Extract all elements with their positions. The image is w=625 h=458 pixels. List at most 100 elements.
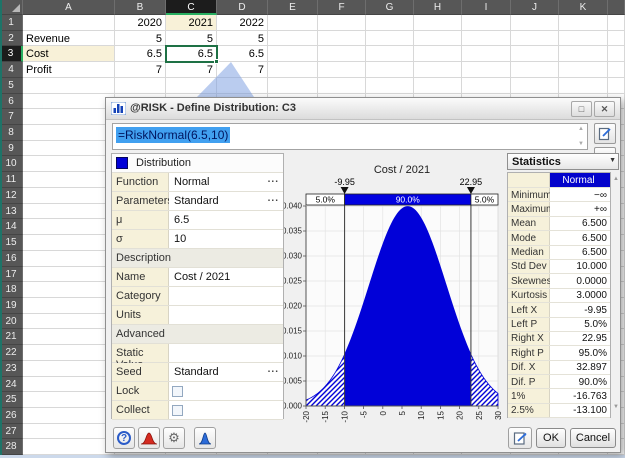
maximize-button[interactable]: □ — [571, 101, 592, 117]
cell-k3[interactable] — [559, 46, 608, 63]
col-header-j[interactable]: J — [511, 0, 559, 15]
property-value[interactable]: Standard... — [169, 192, 283, 210]
row-header-21[interactable]: 21 — [0, 329, 23, 346]
col-header-i[interactable]: I — [462, 0, 511, 15]
cell-a24[interactable] — [23, 376, 115, 393]
cell-e1[interactable] — [268, 15, 318, 31]
cell-a16[interactable] — [23, 250, 115, 267]
cell-d1[interactable]: 2022 — [217, 15, 268, 31]
row-header-2[interactable]: 2 — [0, 30, 23, 47]
right-delimiter-handle[interactable] — [466, 187, 475, 194]
cell-a23[interactable] — [23, 360, 115, 377]
row-header-16[interactable]: 16 — [0, 250, 23, 267]
cell-g5[interactable] — [366, 77, 414, 94]
col-header-g[interactable]: G — [366, 0, 414, 15]
left-delimiter-handle[interactable] — [340, 187, 349, 194]
scroll-down-icon[interactable]: ▼ — [578, 141, 584, 147]
row-header-20[interactable]: 20 — [0, 313, 23, 330]
row-header-12[interactable]: 12 — [0, 187, 23, 204]
row-header-18[interactable]: 18 — [0, 282, 23, 298]
cell-e2[interactable] — [268, 30, 318, 47]
cancel-button[interactable]: Cancel — [570, 428, 616, 448]
cell-h5[interactable] — [414, 77, 462, 94]
cell-j5[interactable] — [511, 77, 559, 94]
col-header-a[interactable]: A — [23, 0, 115, 15]
cell-filler[interactable] — [608, 62, 625, 78]
cell-a27[interactable] — [23, 423, 115, 440]
col-header-c[interactable]: C — [166, 0, 217, 15]
cell-i1[interactable] — [462, 15, 511, 31]
cell-a5[interactable] — [23, 77, 115, 94]
row-header-6[interactable]: 6 — [0, 93, 23, 110]
row-header-9[interactable]: 9 — [0, 140, 23, 157]
cell-e4[interactable] — [268, 62, 318, 78]
collect-checkbox[interactable] — [172, 405, 183, 416]
cell-a13[interactable] — [23, 203, 115, 220]
distribution-palette-button[interactable] — [194, 427, 216, 449]
row-header-8[interactable]: 8 — [0, 125, 23, 141]
export-button[interactable] — [508, 427, 532, 449]
property-value[interactable] — [169, 306, 283, 324]
cell-f4[interactable] — [318, 62, 366, 78]
cell-h1[interactable] — [414, 15, 462, 31]
cell-j2[interactable] — [511, 30, 559, 47]
cell-a4[interactable]: Profit — [23, 62, 115, 78]
row-header-7[interactable]: 7 — [0, 109, 23, 126]
col-header-e[interactable]: E — [268, 0, 318, 15]
lock-checkbox[interactable] — [172, 386, 183, 397]
cell-a3[interactable]: Cost — [23, 46, 115, 63]
cell-f1[interactable] — [318, 15, 366, 31]
cell-i4[interactable] — [462, 62, 511, 78]
col-header-h[interactable]: H — [414, 0, 462, 15]
row-header-19[interactable]: 19 — [0, 297, 23, 314]
more-options-button[interactable]: ... — [268, 193, 279, 204]
cell-h2[interactable] — [414, 30, 462, 47]
cell-a26[interactable] — [23, 408, 115, 424]
cell-e5[interactable] — [268, 77, 318, 94]
dialog-titlebar[interactable]: @RISK - Define Distribution: C3 □ ✕ — [106, 98, 620, 120]
cell-a6[interactable] — [23, 93, 115, 110]
cell-d3[interactable]: 6.5 — [217, 46, 268, 63]
col-header-k[interactable]: K — [559, 0, 608, 15]
cell-j4[interactable] — [511, 62, 559, 78]
cell-a9[interactable] — [23, 140, 115, 157]
cell-filler[interactable] — [608, 15, 625, 31]
row-header-26[interactable]: 26 — [0, 408, 23, 424]
cell-k4[interactable] — [559, 62, 608, 78]
cell-a21[interactable] — [23, 329, 115, 346]
cell-j1[interactable] — [511, 15, 559, 31]
cell-d5[interactable] — [217, 77, 268, 94]
row-header-28[interactable]: 28 — [0, 439, 23, 456]
row-header-4[interactable]: 4 — [0, 62, 23, 78]
row-header-24[interactable]: 24 — [0, 376, 23, 393]
cell-b1[interactable]: 2020 — [115, 15, 166, 31]
cell-h3[interactable] — [414, 46, 462, 63]
cell-a28[interactable] — [23, 439, 115, 456]
row-header-22[interactable]: 22 — [0, 345, 23, 361]
cell-a19[interactable] — [23, 297, 115, 314]
property-value[interactable] — [169, 401, 283, 419]
ok-button[interactable]: OK — [536, 428, 566, 448]
row-header-23[interactable]: 23 — [0, 360, 23, 377]
cell-k1[interactable] — [559, 15, 608, 31]
row-header-25[interactable]: 25 — [0, 392, 23, 408]
cell-a17[interactable] — [23, 266, 115, 283]
row-header-13[interactable]: 13 — [0, 203, 23, 220]
cell-c5[interactable] — [166, 77, 217, 94]
chart-options-button[interactable]: ⚙ — [163, 427, 185, 449]
property-value[interactable] — [169, 382, 283, 400]
cell-i5[interactable] — [462, 77, 511, 94]
cell-a25[interactable] — [23, 392, 115, 408]
cell-a18[interactable] — [23, 282, 115, 298]
cell-g4[interactable] — [366, 62, 414, 78]
scroll-up-icon[interactable]: ▲ — [578, 126, 584, 132]
row-header-15[interactable]: 15 — [0, 235, 23, 251]
formula-input[interactable]: =RiskNormal(6.5,10) ▲ ▼ — [112, 123, 588, 150]
row-header-14[interactable]: 14 — [0, 219, 23, 236]
cell-h4[interactable] — [414, 62, 462, 78]
cell-c1[interactable]: 2021 — [166, 15, 217, 31]
stats-scroll-up-icon[interactable]: ▲ — [612, 176, 620, 182]
cell-d4[interactable]: 7 — [217, 62, 268, 78]
more-options-button[interactable]: ... — [268, 364, 279, 375]
cell-i3[interactable] — [462, 46, 511, 63]
